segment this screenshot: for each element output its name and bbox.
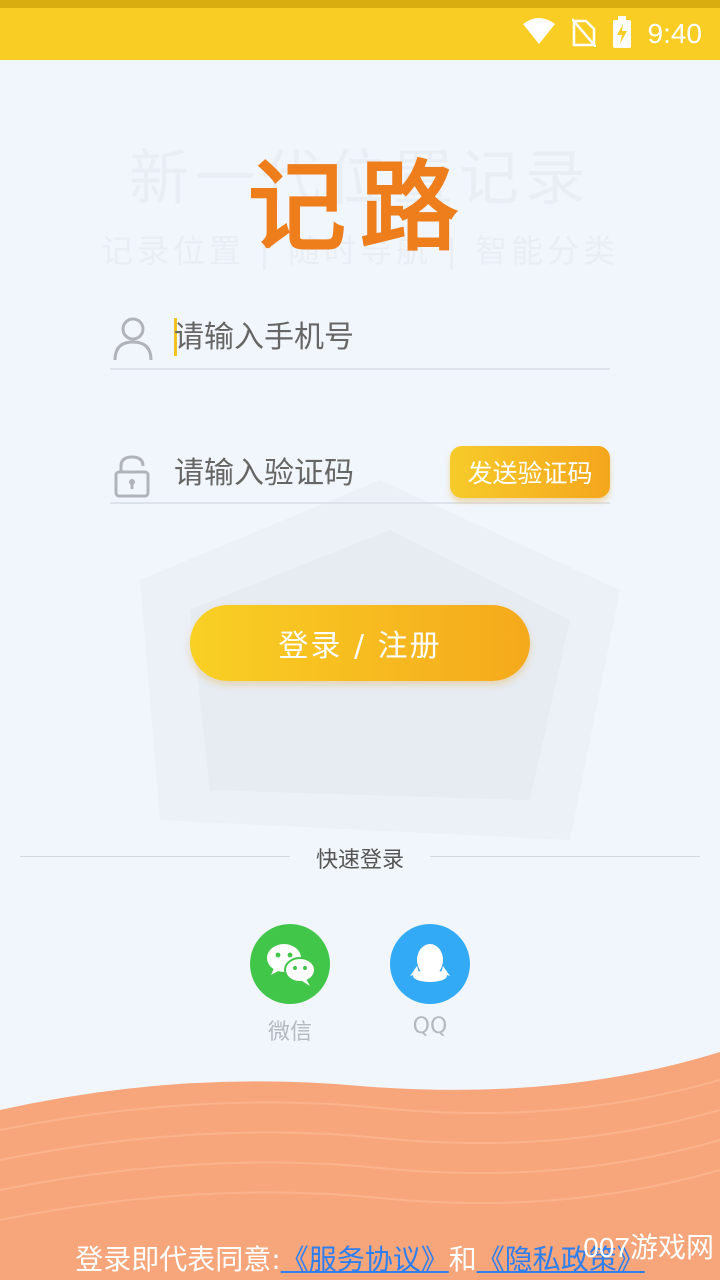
phone-field	[110, 308, 610, 370]
watermark: 007游戏网	[583, 1232, 714, 1263]
status-icons: 9:40	[522, 12, 703, 56]
qq-icon	[410, 944, 450, 982]
wifi-icon	[522, 18, 556, 50]
phone-input[interactable]	[172, 310, 476, 364]
verification-code-input[interactable]	[172, 446, 476, 500]
user-icon	[112, 316, 154, 366]
wechat-icon	[267, 944, 316, 986]
agreement-prefix: 登录即代表同意:	[75, 1243, 281, 1276]
send-code-button[interactable]: 发送验证码	[450, 446, 610, 498]
qq-login-button[interactable]	[390, 924, 470, 1004]
status-time: 9:40	[647, 18, 703, 49]
app-logo: 记路	[247, 151, 472, 265]
no-sim-icon	[570, 17, 597, 51]
lock-icon	[112, 454, 152, 502]
qq-label: QQ	[412, 1014, 448, 1039]
quick-login-title: 快速登录	[315, 848, 404, 873]
divider-right	[430, 856, 700, 857]
login-register-button[interactable]: 登录 / 注册	[190, 605, 530, 681]
wechat-login-button[interactable]	[250, 924, 330, 1004]
agreement-and: 和	[448, 1243, 477, 1276]
battery-charging-icon	[612, 16, 632, 52]
service-agreement-link[interactable]: 《服务协议》	[281, 1243, 449, 1276]
wechat-label: 微信	[267, 1020, 312, 1045]
status-bar: 9:40	[0, 0, 720, 60]
divider-left	[20, 856, 290, 857]
